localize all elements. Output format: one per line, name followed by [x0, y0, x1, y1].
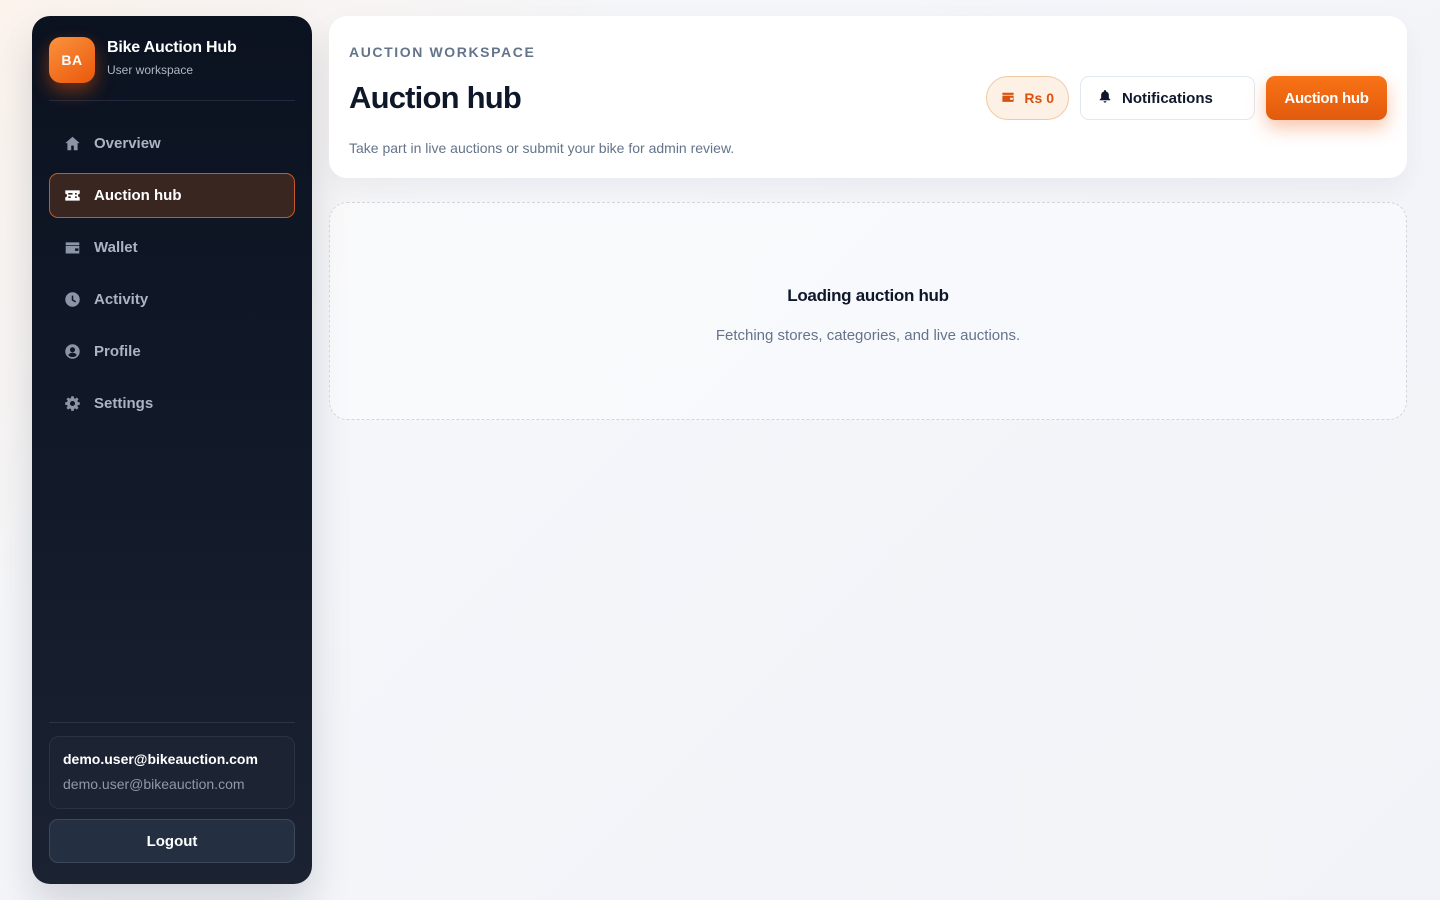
- sidebar-item-label: Settings: [94, 395, 154, 412]
- sidebar-item-label: Profile: [94, 343, 141, 360]
- clock-icon: [64, 291, 81, 308]
- notifications-label: Notifications: [1122, 89, 1213, 107]
- sidebar-item-label: Overview: [94, 135, 161, 152]
- page-header: AUCTION WORKSPACE Auction hub Take part …: [329, 16, 1407, 178]
- page-description: Take part in live auctions or submit you…: [349, 140, 735, 156]
- page-eyebrow: AUCTION WORKSPACE: [349, 44, 536, 60]
- logout-button[interactable]: Logout: [49, 819, 295, 863]
- bell-icon: [1098, 89, 1112, 107]
- sidebar-item-profile[interactable]: Profile: [49, 329, 295, 374]
- header-actions: Rs 0 Notifications Auction hub: [986, 76, 1387, 120]
- gear-icon: [64, 395, 81, 412]
- sidebar-item-auction-hub[interactable]: Auction hub: [49, 173, 295, 218]
- user-name: demo.user@bikeauction.com: [63, 751, 258, 767]
- home-icon: [64, 135, 81, 152]
- sidebar-divider: [49, 100, 295, 101]
- sidebar-item-label: Auction hub: [94, 187, 182, 204]
- wallet-icon: [64, 239, 81, 256]
- loading-subtitle: Fetching stores, categories, and live au…: [715, 327, 1021, 344]
- page-title: Auction hub: [349, 80, 522, 115]
- wallet-balance-pill[interactable]: Rs 0: [986, 76, 1069, 120]
- user-email: demo.user@bikeauction.com: [63, 776, 245, 792]
- sidebar-footer: demo.user@bikeauction.com demo.user@bike…: [49, 722, 295, 863]
- user-card: demo.user@bikeauction.com demo.user@bike…: [49, 736, 295, 809]
- sidebar-nav: Overview Auction hub Wallet Activity Pro…: [49, 121, 295, 426]
- brand-logo: BA: [49, 37, 95, 83]
- sidebar-item-settings[interactable]: Settings: [49, 381, 295, 426]
- loading-state: Loading auction hub Fetching stores, cat…: [329, 202, 1407, 420]
- sidebar-divider: [49, 722, 295, 723]
- sidebar-item-activity[interactable]: Activity: [49, 277, 295, 322]
- notifications-button[interactable]: Notifications: [1080, 76, 1255, 120]
- loading-title: Loading auction hub: [787, 286, 949, 305]
- brand-title: Bike Auction Hub: [107, 39, 237, 56]
- wallet-icon: [1001, 90, 1015, 107]
- sidebar-item-wallet[interactable]: Wallet: [49, 225, 295, 270]
- wallet-balance: Rs 0: [1024, 90, 1054, 106]
- brand-subtitle: User workspace: [107, 63, 194, 77]
- sidebar-item-overview[interactable]: Overview: [49, 121, 295, 166]
- sidebar-item-label: Wallet: [94, 239, 138, 256]
- brand: BA Bike Auction Hub User workspace: [49, 36, 295, 84]
- user-circle-icon: [64, 343, 81, 360]
- sidebar-item-label: Activity: [94, 291, 149, 308]
- auction-hub-button[interactable]: Auction hub: [1266, 76, 1387, 120]
- ticket-icon: [64, 187, 81, 204]
- sidebar: BA Bike Auction Hub User workspace Overv…: [32, 16, 312, 884]
